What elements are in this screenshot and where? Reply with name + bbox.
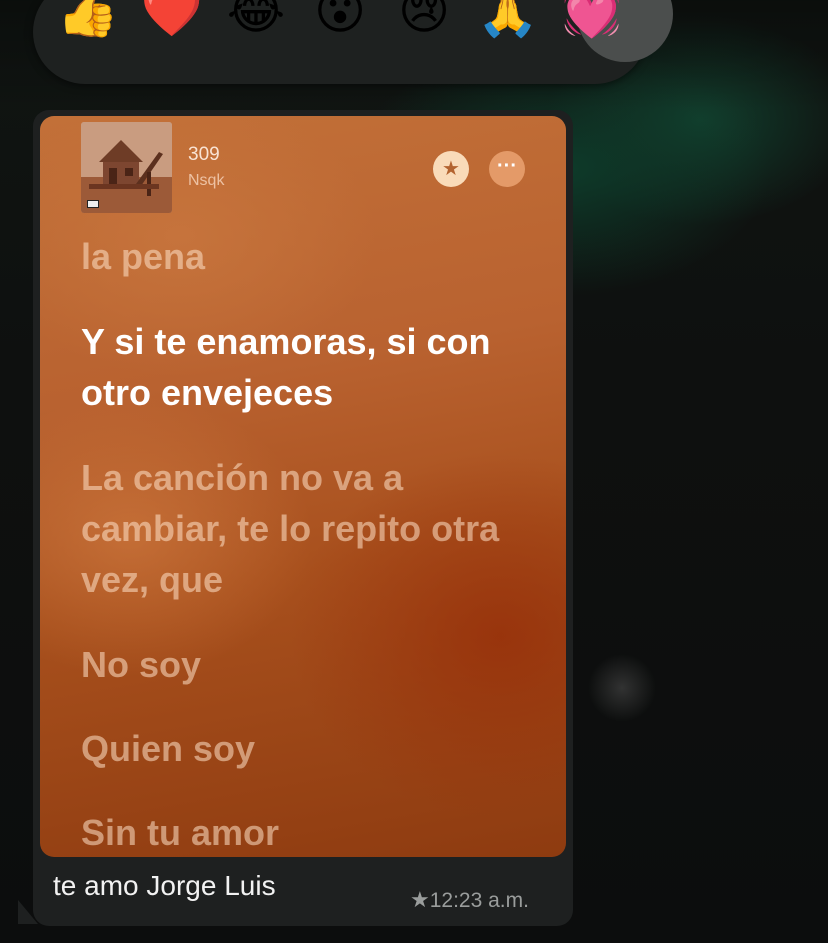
star-icon: ★ (442, 158, 460, 180)
message-time: 12:23 a.m. (429, 889, 529, 912)
thumbs-up-icon[interactable]: 👍 (53, 0, 123, 42)
lyrics-card[interactable]: 309 Nsqk ★ ··· la pena Y si te enamoras,… (40, 116, 566, 857)
song-title: 309 (188, 144, 220, 165)
lyric-line-next: Sin tu amor (81, 812, 280, 853)
message-meta: ★12:23 a.m. (410, 887, 529, 913)
more-options-button[interactable]: ··· (489, 151, 525, 187)
lyric-line-previous: la pena (81, 236, 206, 277)
starred-icon: ★ (410, 887, 430, 912)
song-artist: Nsqk (188, 172, 225, 189)
growing-heart-icon[interactable]: 💓 (557, 0, 627, 42)
reaction-picker: 👍 ❤️ 😂 😮 😢 🙏 💓 (33, 0, 673, 84)
chat-background: 👍 ❤️ 😂 😮 😢 🙏 💓 309 Nsqk ★ ··· la pena Y … (0, 0, 828, 943)
crying-face-icon[interactable]: 😢 (389, 0, 459, 42)
lyric-line-next: Quien soy (81, 728, 256, 769)
tears-of-joy-icon[interactable]: 😂 (221, 0, 291, 42)
message-caption: te amo Jorge Luis (53, 870, 276, 901)
folded-hands-icon[interactable]: 🙏 (473, 0, 543, 42)
lyric-line-next: La canción no va a cambiar, te lo repito… (81, 457, 500, 600)
lyric-line-next: No soy (81, 644, 202, 685)
favorite-star-button[interactable]: ★ (433, 151, 469, 187)
ellipsis-icon: ··· (497, 155, 517, 177)
bubble-tail (18, 900, 38, 924)
album-art (81, 122, 172, 213)
red-heart-icon[interactable]: ❤️ (137, 0, 207, 42)
lyric-line-active: Y si te enamoras, si con otro envejeces (81, 321, 491, 413)
surprised-face-icon[interactable]: 😮 (305, 0, 375, 42)
